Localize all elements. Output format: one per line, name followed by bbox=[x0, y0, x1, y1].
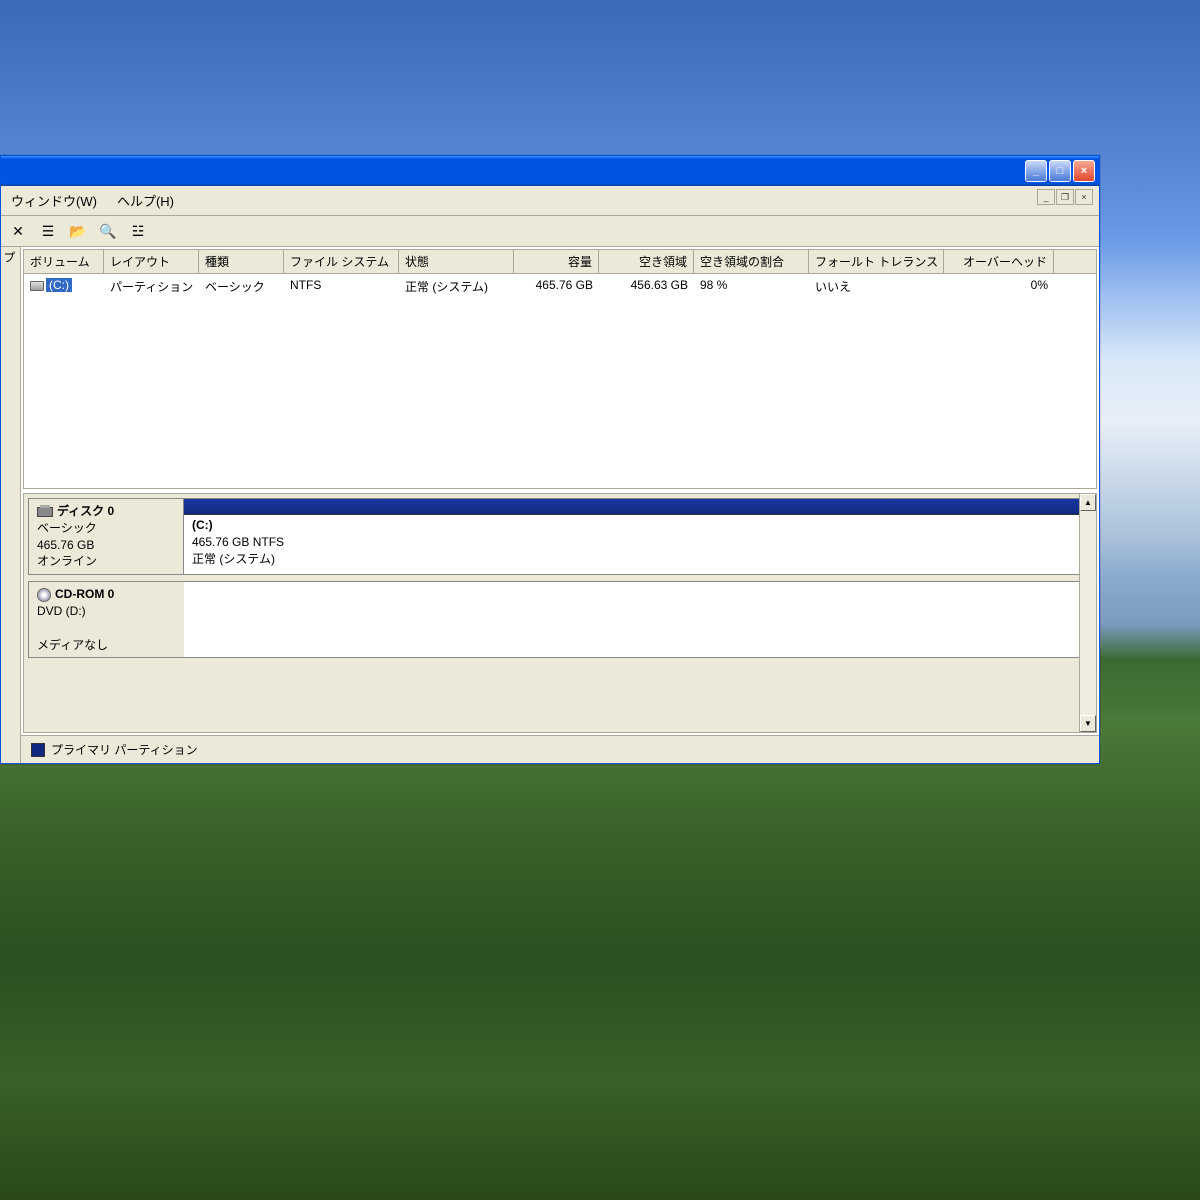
close-button[interactable]: × bbox=[1073, 160, 1095, 182]
disk-0-state: オンライン bbox=[37, 554, 97, 568]
properties-icon[interactable]: ☰ bbox=[37, 220, 59, 242]
partition-label: (C:) bbox=[192, 518, 213, 532]
cd-icon bbox=[37, 588, 51, 602]
disk-row-0[interactable]: ディスク 0 ベーシック 465.76 GB オンライン (C:) 465.76… bbox=[28, 498, 1092, 575]
drive-icon bbox=[30, 281, 44, 291]
cell-free: 456.63 GB bbox=[599, 276, 694, 297]
left-tab-strip[interactable]: プ bbox=[1, 247, 21, 763]
cdrom-state: メディアなし bbox=[37, 638, 108, 652]
cdrom-title: CD-ROM 0 bbox=[55, 587, 114, 601]
scroll-down-button[interactable]: ▼ bbox=[1080, 715, 1096, 732]
disk-graphical-view: ディスク 0 ベーシック 465.76 GB オンライン (C:) 465.76… bbox=[23, 493, 1097, 733]
scroll-track[interactable] bbox=[1080, 511, 1096, 715]
cell-type: ベーシック bbox=[199, 276, 284, 297]
partition-color-bar bbox=[184, 499, 1091, 515]
mdi-minimize-button[interactable]: _ bbox=[1037, 189, 1055, 205]
cell-freepct: 98 % bbox=[694, 276, 809, 297]
disk-0-info: ディスク 0 ベーシック 465.76 GB オンライン bbox=[29, 499, 184, 574]
col-free[interactable]: 空き領域 bbox=[599, 250, 694, 273]
legend-primary-label: プライマリ パーティション bbox=[51, 741, 198, 758]
toolbar: ✕ ☰ 📂 🔍 ☳ bbox=[1, 216, 1099, 247]
menu-window[interactable]: ウィンドウ(W) bbox=[7, 189, 101, 212]
legend-bar: プライマリ パーティション bbox=[21, 735, 1099, 763]
window-titlebar: _ □ × bbox=[1, 156, 1099, 186]
disk-management-window: _ □ × ウィンドウ(W) ヘルプ(H) _ ❐ × ✕ ☰ 📂 🔍 ☳ プ bbox=[0, 155, 1100, 764]
cdrom-0-info: CD-ROM 0 DVD (D:) メディアなし bbox=[29, 582, 184, 657]
col-layout[interactable]: レイアウト bbox=[104, 250, 199, 273]
vertical-scrollbar[interactable]: ▲ ▼ bbox=[1079, 494, 1096, 732]
partition-size: 465.76 GB NTFS bbox=[192, 535, 284, 549]
cdrom-empty-area bbox=[184, 582, 1091, 657]
menubar: ウィンドウ(W) ヘルプ(H) _ ❐ × bbox=[1, 186, 1099, 216]
col-filesystem[interactable]: ファイル システム bbox=[284, 250, 399, 273]
volume-row-c[interactable]: (C:) パーティション ベーシック NTFS 正常 (システム) 465.76… bbox=[24, 274, 1096, 299]
desktop-background: _ □ × ウィンドウ(W) ヘルプ(H) _ ❐ × ✕ ☰ 📂 🔍 ☳ プ bbox=[0, 0, 1200, 1200]
main-panel: ボリューム レイアウト 種類 ファイル システム 状態 容量 空き領域 空き領域… bbox=[21, 247, 1099, 763]
disk-0-size: 465.76 GB bbox=[37, 538, 94, 552]
delete-icon[interactable]: ✕ bbox=[7, 220, 29, 242]
cdrom-type: DVD (D:) bbox=[37, 604, 86, 618]
col-volume[interactable]: ボリューム bbox=[24, 250, 104, 273]
partition-body: (C:) 465.76 GB NTFS 正常 (システム) bbox=[184, 515, 1091, 574]
col-overhead[interactable]: オーバーヘッド bbox=[944, 250, 1054, 273]
disk-0-partition-c[interactable]: (C:) 465.76 GB NTFS 正常 (システム) bbox=[184, 499, 1091, 574]
cell-capacity: 465.76 GB bbox=[514, 276, 599, 297]
open-folder-icon[interactable]: 📂 bbox=[67, 220, 89, 242]
cdrom-row-0[interactable]: CD-ROM 0 DVD (D:) メディアなし bbox=[28, 581, 1092, 658]
minimize-button[interactable]: _ bbox=[1025, 160, 1047, 182]
col-capacity[interactable]: 容量 bbox=[514, 250, 599, 273]
hdd-icon bbox=[37, 507, 53, 517]
maximize-button[interactable]: □ bbox=[1049, 160, 1071, 182]
cell-layout: パーティション bbox=[104, 276, 199, 297]
col-status[interactable]: 状態 bbox=[399, 250, 514, 273]
partition-status: 正常 (システム) bbox=[192, 552, 275, 566]
volume-list: ボリューム レイアウト 種類 ファイル システム 状態 容量 空き領域 空き領域… bbox=[23, 249, 1097, 489]
disk-0-title: ディスク 0 bbox=[57, 504, 114, 518]
scroll-up-button[interactable]: ▲ bbox=[1080, 494, 1096, 511]
col-fault[interactable]: フォールト トレランス bbox=[809, 250, 944, 273]
volume-list-header: ボリューム レイアウト 種類 ファイル システム 状態 容量 空き領域 空き領域… bbox=[24, 250, 1096, 274]
volume-label: (C:) bbox=[46, 278, 72, 292]
mdi-close-button[interactable]: × bbox=[1075, 189, 1093, 205]
refresh-icon[interactable]: ☳ bbox=[127, 220, 149, 242]
mdi-restore-button[interactable]: ❐ bbox=[1056, 189, 1074, 205]
legend-primary-swatch bbox=[31, 743, 45, 757]
cell-fault: いいえ bbox=[809, 276, 944, 297]
content-area: プ ボリューム レイアウト 種類 ファイル システム 状態 容量 空き領域 空き… bbox=[1, 247, 1099, 763]
search-icon[interactable]: 🔍 bbox=[97, 220, 119, 242]
cell-status: 正常 (システム) bbox=[399, 276, 514, 297]
left-tab-label: プ bbox=[2, 251, 16, 263]
col-type[interactable]: 種類 bbox=[199, 250, 284, 273]
col-freepct[interactable]: 空き領域の割合 bbox=[694, 250, 809, 273]
cell-overhead: 0% bbox=[944, 276, 1054, 297]
cell-filesystem: NTFS bbox=[284, 276, 399, 297]
disk-0-type: ベーシック bbox=[37, 521, 97, 535]
menu-help[interactable]: ヘルプ(H) bbox=[113, 189, 178, 212]
